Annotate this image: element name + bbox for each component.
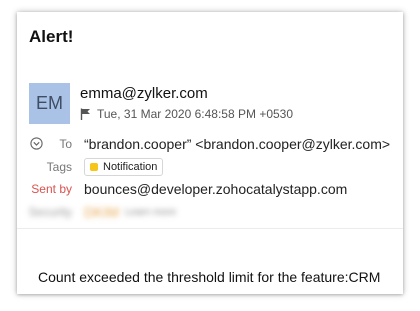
sender-email[interactable]: emma@zylker.com <box>80 85 208 102</box>
security-row: Security DKIM Learn more <box>17 204 403 220</box>
to-row: To “brandon.cooper” <brandon.cooper@zylk… <box>17 136 403 152</box>
to-label: To <box>59 137 72 151</box>
sent-by-label: Sent by <box>31 182 72 196</box>
email-date: Tue, 31 Mar 2020 6:48:58 PM +0530 <box>97 107 294 121</box>
sender-avatar: EM <box>29 83 70 124</box>
security-learn-more[interactable]: Learn more <box>125 207 176 218</box>
header-divider <box>17 228 403 229</box>
tags-label: Tags <box>46 160 72 174</box>
date-row: Tue, 31 Mar 2020 6:48:58 PM +0530 <box>80 107 293 121</box>
to-value[interactable]: “brandon.cooper” <brandon.cooper@zylker.… <box>84 136 390 152</box>
avatar-initials: EM <box>36 93 63 113</box>
security-value: DKIM <box>84 204 119 220</box>
email-body: Count exceeded the threshold limit for t… <box>38 269 381 285</box>
sent-by-value[interactable]: bounces@developer.zohocatalystapp.com <box>84 181 347 197</box>
sent-by-row: Sent by bounces@developer.zohocatalystap… <box>17 181 403 197</box>
flag-icon[interactable] <box>80 108 91 120</box>
tags-row: Tags Notification <box>17 158 403 176</box>
tag-name: Notification <box>103 161 158 173</box>
tag-color-dot <box>90 163 98 171</box>
email-card: Alert! EM emma@zylker.com Tue, 31 Mar 20… <box>17 12 403 294</box>
chevron-circle-icon[interactable] <box>30 137 43 150</box>
email-subject: Alert! <box>29 27 74 46</box>
tag-chip-notification[interactable]: Notification <box>84 158 164 176</box>
security-label: Security <box>28 205 72 219</box>
